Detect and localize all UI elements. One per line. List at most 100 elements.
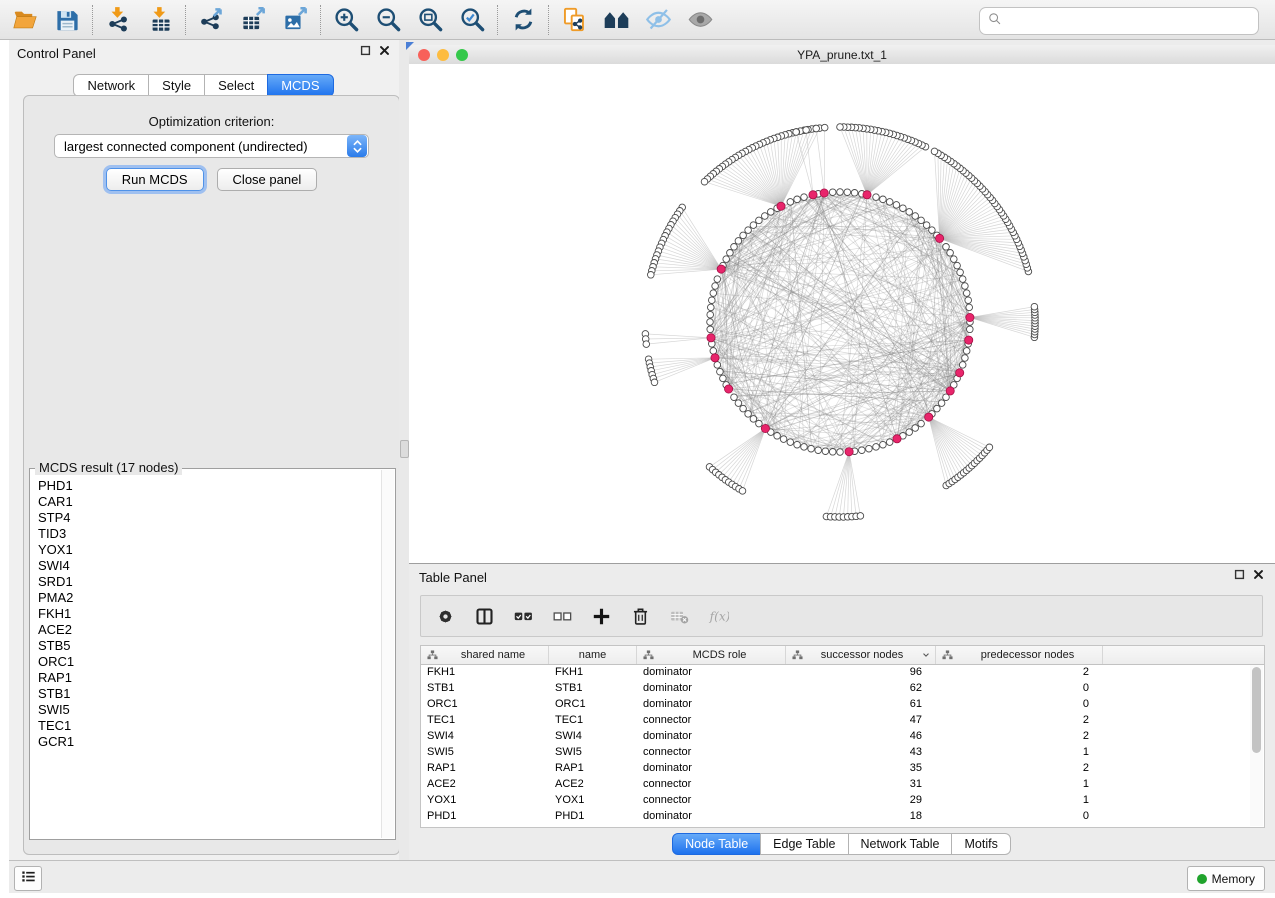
table-cell: RAP1 (549, 760, 637, 776)
result-node-item[interactable]: SWI5 (38, 702, 381, 718)
table-cell: 96 (786, 664, 936, 680)
result-node-item[interactable]: STB1 (38, 686, 381, 702)
apply-layout-button[interactable] (502, 3, 544, 37)
close-panel-icon[interactable] (378, 44, 391, 62)
table-row[interactable]: TEC1TEC1connector472 (421, 712, 1250, 728)
status-bar: Memory (9, 860, 1275, 893)
float-panel-icon[interactable] (359, 44, 372, 62)
show-all-button[interactable] (679, 3, 721, 37)
result-node-item[interactable]: YOX1 (38, 542, 381, 558)
column-label: name (549, 649, 636, 661)
node-table-body: FKH1FKH1dominator962STB1STB1dominator620… (421, 664, 1250, 827)
open-folder-button[interactable] (4, 3, 46, 37)
select-all-button[interactable] (508, 600, 538, 632)
result-node-item[interactable]: TEC1 (38, 718, 381, 734)
node-table: shared namename MCDS rolesuccessor nodesp… (420, 645, 1265, 828)
table-scrollbar[interactable] (1250, 665, 1263, 826)
table-cell: YOX1 (549, 792, 637, 808)
column-header-predecessor-nodes[interactable]: predecessor nodes (936, 646, 1103, 664)
network-window-titlebar: YPA_prune.txt_1 (409, 45, 1275, 65)
table-row[interactable]: STB1STB1dominator620 (421, 680, 1250, 696)
tab-style[interactable]: Style (148, 74, 205, 97)
table-row[interactable]: ORC1ORC1dominator610 (421, 696, 1250, 712)
result-node-item[interactable]: STP4 (38, 510, 381, 526)
splitter-grip[interactable] (400, 440, 409, 458)
export-network-button[interactable] (190, 3, 232, 37)
float-panel-icon[interactable] (1233, 568, 1246, 586)
hide-selected-button[interactable] (637, 3, 679, 37)
network-canvas[interactable] (409, 64, 1275, 563)
tab-network[interactable]: Network (73, 74, 149, 97)
result-node-item[interactable]: GCR1 (38, 734, 381, 750)
tab-mcds[interactable]: MCDS (267, 74, 333, 97)
tab-motifs[interactable]: Motifs (951, 833, 1010, 855)
table-row[interactable]: YOX1YOX1connector291 (421, 792, 1250, 808)
column-header-successor-nodes[interactable]: successor nodes (786, 646, 936, 664)
search-input[interactable] (1007, 10, 1258, 32)
gear-button[interactable] (430, 600, 460, 632)
close-panel-button[interactable]: Close panel (217, 168, 318, 191)
export-table-button[interactable] (232, 3, 274, 37)
result-node-item[interactable]: FKH1 (38, 606, 381, 622)
table-cell: dominator (637, 728, 786, 744)
result-node-item[interactable]: ACE2 (38, 622, 381, 638)
table-cell: 31 (786, 776, 936, 792)
show-panels-button[interactable] (14, 866, 42, 891)
table-row[interactable]: SWI4SWI4dominator462 (421, 728, 1250, 744)
result-node-item[interactable]: ORC1 (38, 654, 381, 670)
run-mcds-button[interactable]: Run MCDS (106, 168, 204, 191)
result-node-item[interactable]: PMA2 (38, 590, 381, 606)
table-row[interactable]: ACE2ACE2connector311 (421, 776, 1250, 792)
tab-select[interactable]: Select (204, 74, 268, 97)
result-node-item[interactable]: PHD1 (38, 478, 381, 494)
table-cell: dominator (637, 760, 786, 776)
first-neighbors-button[interactable] (595, 3, 637, 37)
zoom-selected-button[interactable] (451, 3, 493, 37)
zoom-in-button[interactable] (325, 3, 367, 37)
criterion-dropdown[interactable]: largest connected component (undirected) (54, 134, 369, 158)
column-header-shared-name[interactable]: shared name (421, 646, 549, 664)
network-window-title: YPA_prune.txt_1 (409, 48, 1275, 62)
mcds-tab-content: Optimization criterion: largest connecte… (23, 95, 400, 855)
result-node-item[interactable]: SWI4 (38, 558, 381, 574)
table-cell: dominator (637, 696, 786, 712)
table-row[interactable]: RAP1RAP1dominator352 (421, 760, 1250, 776)
result-node-item[interactable]: RAP1 (38, 670, 381, 686)
split-view-button[interactable] (469, 600, 499, 632)
add-button[interactable] (586, 600, 616, 632)
control-panel-title: Control Panel (17, 46, 96, 61)
new-network-selection-button[interactable] (553, 3, 595, 37)
table-row[interactable]: PHD1PHD1dominator180 (421, 808, 1250, 824)
export-image-button[interactable] (274, 3, 316, 37)
column-label: MCDS role (654, 649, 785, 661)
result-node-item[interactable]: CAR1 (38, 494, 381, 510)
column-header-MCDS-role[interactable]: MCDS role (637, 646, 786, 664)
table-row[interactable]: FKH1FKH1dominator962 (421, 664, 1250, 680)
trash-button[interactable] (625, 600, 655, 632)
zoom-fit-button[interactable] (409, 3, 451, 37)
table-cell: connector (637, 792, 786, 808)
save-button[interactable] (46, 3, 88, 37)
tab-network-table[interactable]: Network Table (848, 833, 953, 855)
memory-button[interactable]: Memory (1187, 866, 1265, 891)
deselect-all-button[interactable] (547, 600, 577, 632)
tab-node-table[interactable]: Node Table (672, 833, 761, 855)
zoom-out-button[interactable] (367, 3, 409, 37)
mcds-result-list[interactable]: PHD1CAR1STP4TID3YOX1SWI4SRD1PMA2FKH1ACE2… (31, 470, 381, 838)
result-node-item[interactable]: STB5 (38, 638, 381, 654)
criterion-dropdown-value: largest connected component (undirected) (55, 139, 347, 154)
table-cell: FKH1 (421, 664, 549, 680)
table-panel-title: Table Panel (419, 570, 487, 585)
tab-edge-table[interactable]: Edge Table (760, 833, 848, 855)
column-header-name[interactable]: name (549, 646, 637, 664)
close-panel-icon[interactable] (1252, 568, 1265, 586)
import-network-button[interactable] (97, 3, 139, 37)
table-scrollbar-thumb[interactable] (1252, 667, 1261, 753)
table-row[interactable]: SWI5SWI5connector431 (421, 744, 1250, 760)
column-menu-chevron-icon[interactable] (921, 650, 931, 660)
toolbar-separator (92, 5, 93, 35)
import-table-button[interactable] (139, 3, 181, 37)
mcds-result-scrollbar[interactable] (381, 470, 394, 838)
result-node-item[interactable]: TID3 (38, 526, 381, 542)
result-node-item[interactable]: SRD1 (38, 574, 381, 590)
